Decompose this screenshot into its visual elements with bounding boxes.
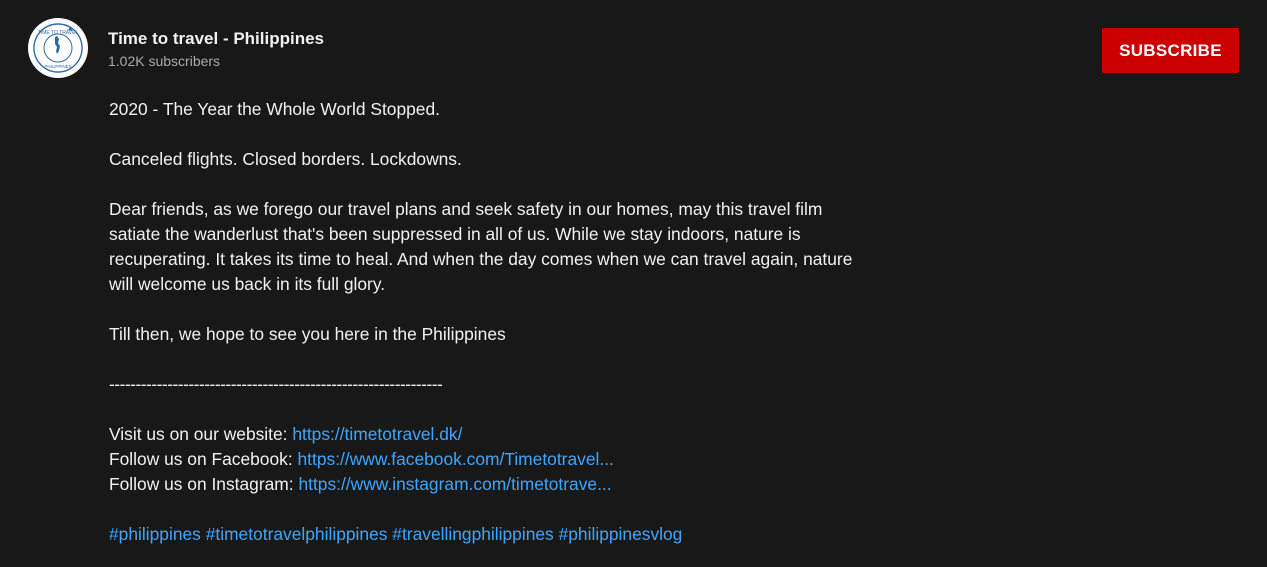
instagram-link[interactable]: https://www.instagram.com/timetotrave... <box>298 474 611 494</box>
description-line: Canceled flights. Closed borders. Lockdo… <box>109 149 462 169</box>
website-link[interactable]: https://timetotravel.dk/ <box>292 424 462 444</box>
hashtag-link[interactable]: #philippinesvlog <box>559 524 683 544</box>
video-description: 2020 - The Year the Whole World Stopped.… <box>109 97 869 547</box>
subscriber-count: 1.02K subscribers <box>108 53 221 69</box>
subscribe-button[interactable]: SUBSCRIBE <box>1102 28 1239 73</box>
channel-name[interactable]: Time to travel - Philippines <box>108 28 324 50</box>
facebook-line: Follow us on Facebook: https://www.faceb… <box>109 447 869 472</box>
hashtags-line: #philippines #timetotravelphilippines #t… <box>109 522 869 547</box>
website-line: Visit us on our website: https://timetot… <box>109 422 869 447</box>
instagram-line: Follow us on Instagram: https://www.inst… <box>109 472 869 497</box>
instagram-label: Follow us on Instagram: <box>109 474 299 494</box>
hashtag-link[interactable]: #philippines <box>109 524 201 544</box>
avatar-text-bottom: PHILIPPINES <box>44 64 71 69</box>
description-divider: ----------------------------------------… <box>109 374 443 394</box>
hashtag-link[interactable]: #timetotravelphilippines <box>206 524 388 544</box>
description-headline: 2020 - The Year the Whole World Stopped. <box>109 99 440 119</box>
hashtag-link[interactable]: #travellingphilippines <box>392 524 553 544</box>
avatar-text-top: TIME TO TRAVEL <box>38 30 79 36</box>
description-paragraph-line: satiate the wanderlust that's been suppr… <box>109 224 801 244</box>
description-paragraph-line: recuperating. It takes its time to heal.… <box>109 249 853 269</box>
facebook-label: Follow us on Facebook: <box>109 449 298 469</box>
channel-meta: Time to travel - Philippines 1.02K subsc… <box>108 28 324 71</box>
channel-header: TIME TO TRAVEL PHILIPPINES Time to trave… <box>28 18 324 78</box>
description-paragraph-line: will welcome us back in its full glory. <box>109 274 386 294</box>
description-paragraph-line: Dear friends, as we forego our travel pl… <box>109 199 823 219</box>
channel-logo-globe-icon: TIME TO TRAVEL PHILIPPINES <box>33 23 83 73</box>
facebook-link[interactable]: https://www.facebook.com/Timetotravel... <box>298 449 614 469</box>
website-label: Visit us on our website: <box>109 424 293 444</box>
description-closing: Till then, we hope to see you here in th… <box>109 324 506 344</box>
channel-avatar[interactable]: TIME TO TRAVEL PHILIPPINES <box>28 18 88 78</box>
